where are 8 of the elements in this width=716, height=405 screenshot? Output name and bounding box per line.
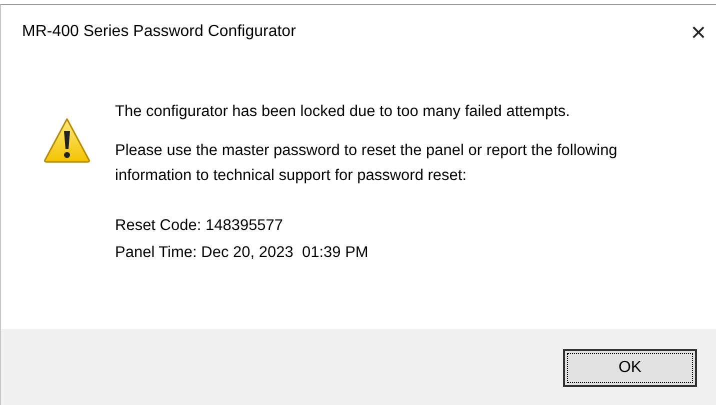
warning-icon	[43, 117, 91, 163]
detail-text: Panel Time: Dec 20, 2023 01:39 PM	[115, 243, 370, 263]
detail-text: Reset Code: 148395577	[115, 216, 284, 236]
ok-button[interactable]: OK	[563, 349, 697, 387]
window-title: MR-400 Series Password Configurator	[22, 23, 296, 41]
message-text: Please use the master password to reset the panel or report the following information to technical support for password reset:	[115, 141, 618, 186]
close-icon[interactable]: ×	[690, 19, 706, 45]
message-text: The configurator has been locked due to too many failed attempts.	[115, 102, 571, 122]
